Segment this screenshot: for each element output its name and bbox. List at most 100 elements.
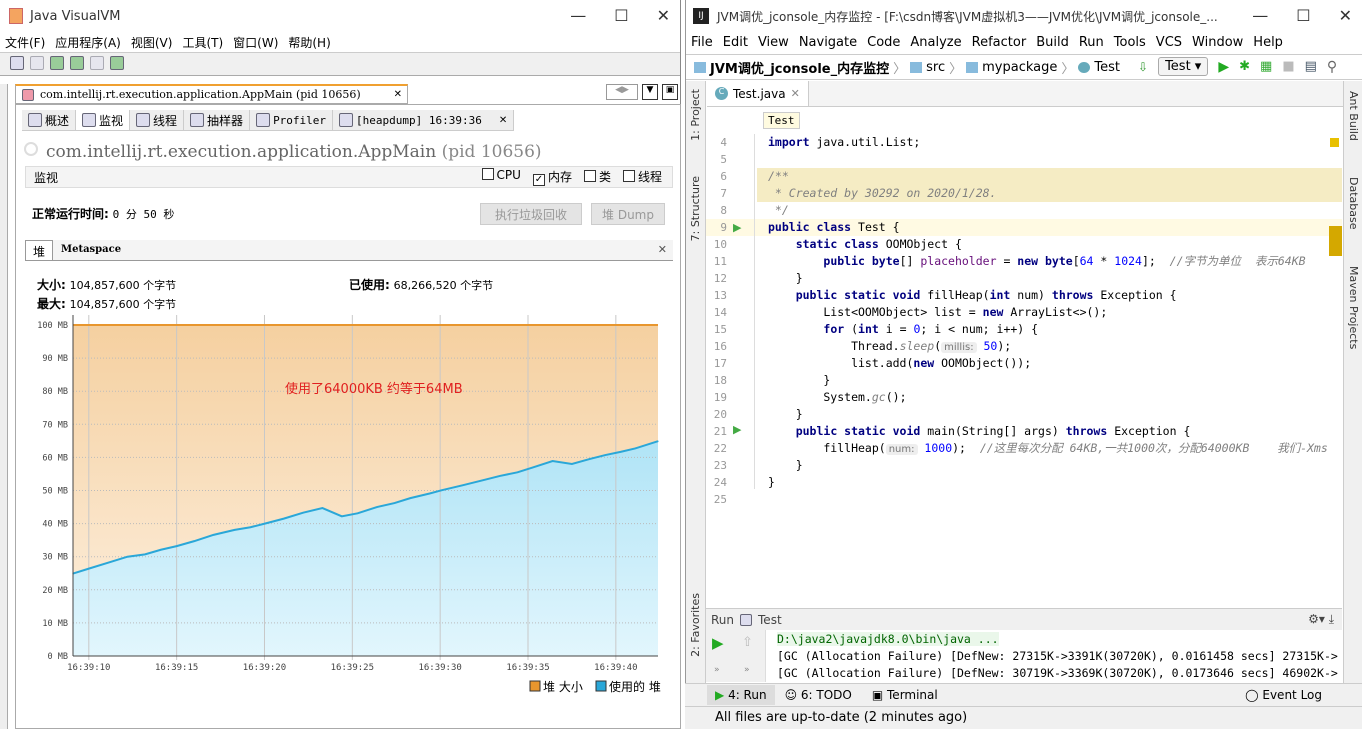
code-line[interactable]: }: [768, 270, 803, 287]
menu-item[interactable]: Edit: [723, 35, 748, 50]
heap-chart: 0 MB 10 MB 20 MB 30 MB 40 MB 50 MB 60 MB 70 MB 8…: [37, 315, 661, 694]
code-line[interactable]: }: [768, 372, 830, 389]
menu-item[interactable]: Help: [1253, 35, 1283, 50]
menu-item[interactable]: Run: [1079, 35, 1104, 50]
code-line[interactable]: }: [768, 457, 803, 474]
menu-item[interactable]: Code: [867, 35, 900, 50]
minimize-button[interactable]: —: [1252, 6, 1268, 25]
run-tab[interactable]: Test: [758, 613, 782, 627]
run-gutter-icon[interactable]: ▶: [733, 221, 741, 234]
favorites-tool-button[interactable]: 2: Favorites: [689, 593, 702, 657]
search-icon[interactable]: ⚲: [1327, 59, 1337, 75]
more-icon[interactable]: »: [744, 665, 750, 675]
code-line[interactable]: import java.util.List;: [768, 134, 920, 151]
used-heap-point: [107, 562, 109, 564]
y-tick-label: 20 MB: [42, 586, 68, 596]
line-number: 5: [720, 153, 727, 166]
build-icon[interactable]: ⇩: [1138, 60, 1148, 74]
run-gutter-icon[interactable]: ▶: [733, 423, 741, 436]
code-line[interactable]: public class Test {: [768, 219, 900, 236]
run-tool-tab[interactable]: ▶ 4: Run: [707, 685, 775, 705]
intellij-logo-icon: IJ: [693, 8, 709, 24]
debug-icon[interactable]: ✱: [1239, 59, 1250, 74]
stop-icon[interactable]: ■: [1282, 59, 1294, 74]
menu-item[interactable]: Build: [1036, 35, 1069, 50]
code-line[interactable]: Thread.sleep(millis: 50);: [768, 338, 1011, 355]
code-line[interactable]: for (int i = 0; i < num; i++) {: [768, 321, 1038, 338]
terminal-tool-tab[interactable]: ▣ Terminal: [862, 685, 948, 705]
code-token: public static void: [795, 424, 921, 438]
breadcrumb-item[interactable]: src: [926, 60, 945, 75]
y-tick-label: 0 MB: [48, 652, 68, 662]
used-heap-point: [516, 471, 519, 473]
code-line[interactable]: public byte[] placeholder = new byte[64 …: [768, 253, 1305, 270]
scroll-marker[interactable]: [1329, 226, 1342, 256]
menu-item[interactable]: Tools: [1114, 35, 1146, 50]
tab-test-java[interactable]: C Test.java ✕: [707, 81, 809, 106]
folder-icon: [694, 61, 706, 73]
line-number: 19: [713, 391, 727, 404]
menu-item[interactable]: View: [758, 35, 789, 50]
line-number: 20: [713, 408, 727, 421]
folder-icon: [966, 61, 979, 73]
code-line[interactable]: list.add(new OOMObject());: [768, 355, 1031, 372]
close-tab-icon[interactable]: ✕: [791, 87, 800, 100]
code-line[interactable]: }: [768, 474, 775, 491]
menu-item[interactable]: File: [691, 35, 713, 50]
code-token: sleep: [899, 339, 935, 353]
menu-item[interactable]: VCS: [1156, 35, 1182, 50]
coverage-icon[interactable]: ▦: [1260, 59, 1272, 74]
run-config-dropdown[interactable]: Test ▾: [1158, 57, 1209, 76]
menu-item[interactable]: Navigate: [799, 35, 857, 50]
code-token: Exception {: [1093, 288, 1177, 302]
code-line[interactable]: /**: [768, 168, 789, 185]
maximize-button[interactable]: ☐: [1296, 6, 1310, 25]
code-line[interactable]: public static void main(String[] args) t…: [768, 423, 1191, 440]
menu-item[interactable]: Refactor: [972, 35, 1027, 50]
x-tick-label: 16:39:40: [594, 663, 637, 673]
code-line[interactable]: }: [768, 406, 803, 423]
used-heap-point: [376, 506, 378, 508]
line-number: 8: [720, 204, 727, 217]
scroll-up-icon[interactable]: ⇧: [742, 635, 753, 650]
project-structure-icon[interactable]: ▤: [1305, 59, 1317, 74]
code-line[interactable]: */: [768, 202, 789, 219]
event-log-button[interactable]: ◯ Event Log: [1245, 688, 1322, 702]
code-token: (: [844, 322, 859, 336]
structure-tool-button[interactable]: 7: Structure: [689, 176, 702, 241]
ant-build-tool-button[interactable]: Ant Build: [1347, 91, 1360, 141]
settings-gear-icon[interactable]: ⚙▾ ⤓: [1308, 612, 1334, 627]
code-line[interactable]: * Created by 30292 on 2020/1/28.: [768, 185, 997, 202]
code-line[interactable]: List<OOMObject> list = new ArrayList<>()…: [768, 304, 1107, 321]
close-button[interactable]: ✕: [1339, 6, 1352, 25]
used-heap-point: [341, 515, 343, 517]
maven-tool-button[interactable]: Maven Projects: [1347, 266, 1360, 349]
breadcrumb-item[interactable]: mypackage: [982, 60, 1057, 75]
breadcrumb-separator: 〉: [949, 61, 963, 77]
run-side-toolbar: ▶ ⇧ » »: [706, 630, 766, 682]
breadcrumb-item[interactable]: Test: [1094, 60, 1120, 75]
rerun-icon[interactable]: ▶: [712, 634, 724, 652]
menu-item[interactable]: Window: [1192, 35, 1243, 50]
menu-item[interactable]: Analyze: [910, 35, 961, 50]
tab-label: Test.java: [733, 86, 786, 101]
code-line[interactable]: System.gc();: [768, 389, 906, 406]
breadcrumb-item[interactable]: JVM调优_jconsole_内存监控: [710, 58, 889, 77]
x-tick-label: 16:39:10: [67, 663, 110, 673]
todo-tool-tab[interactable]: ☺ 6: TODO: [775, 685, 862, 705]
code-token: fillHeap(: [920, 288, 990, 302]
more-icon[interactable]: »: [714, 665, 720, 675]
code-line[interactable]: public static void fillHeap(int num) thr…: [768, 287, 1177, 304]
code-token: }: [768, 458, 803, 472]
used-heap-point: [193, 540, 195, 542]
code-line[interactable]: fillHeap(num: 1000); //这里每次分配 64KB,一共100…: [768, 440, 1328, 457]
database-tool-button[interactable]: Database: [1347, 177, 1360, 230]
code-token: Test {: [851, 220, 900, 234]
run-icon[interactable]: ▶: [1218, 59, 1229, 75]
code-line[interactable]: static class OOMObject {: [768, 236, 962, 253]
warning-marker: [1330, 138, 1339, 147]
project-tool-button[interactable]: 1: Project: [689, 89, 702, 141]
line-number: 21: [713, 425, 727, 438]
code-token: * Created by 30292 on 2020/1/28.: [768, 186, 997, 200]
